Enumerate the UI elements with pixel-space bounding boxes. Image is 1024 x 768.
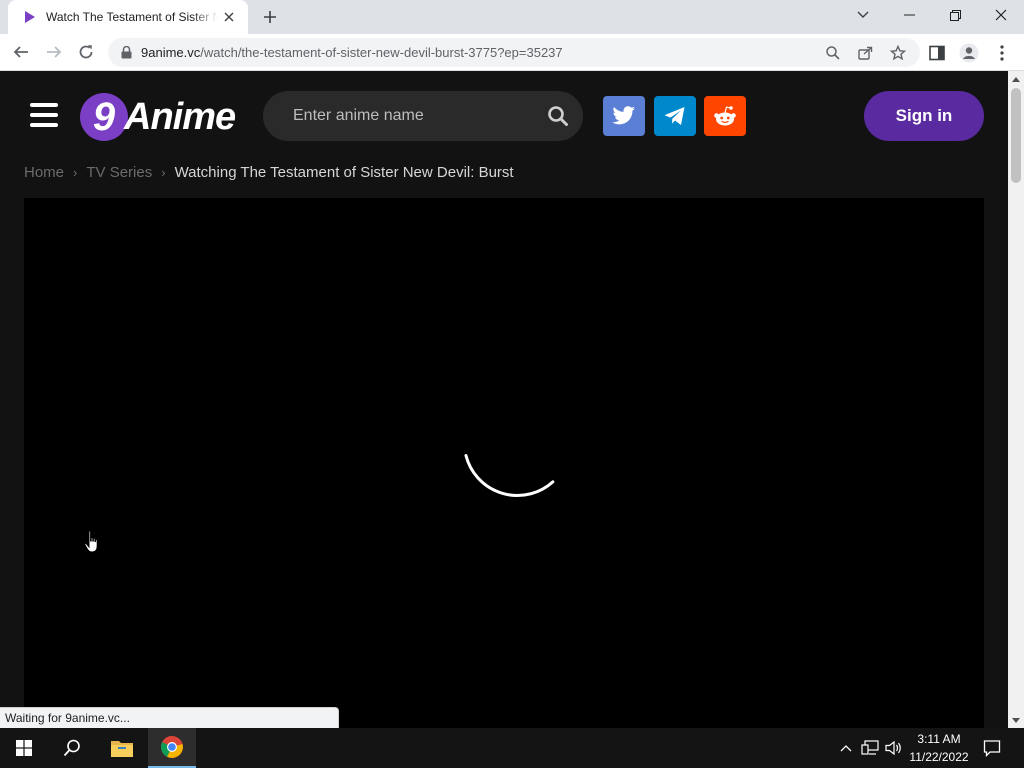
minimize-icon[interactable]: [886, 0, 932, 30]
twitter-button[interactable]: [603, 96, 645, 136]
loading-spinner-icon: [464, 454, 555, 497]
status-bubble: Waiting for 9anime.vc...: [0, 707, 339, 728]
windows-taskbar: 3:11 AM 11/22/2022: [0, 728, 1024, 768]
tab-title: Watch The Testament of Sister New Devil:…: [46, 10, 218, 24]
close-tab-icon[interactable]: [220, 8, 238, 26]
reddit-icon: [714, 106, 736, 126]
reload-icon[interactable]: [72, 38, 100, 66]
zoom-search-icon[interactable]: [824, 44, 842, 62]
address-bar[interactable]: 9anime.vc/watch/the-testament-of-sister-…: [108, 38, 920, 67]
url-text[interactable]: 9anime.vc/watch/the-testament-of-sister-…: [141, 45, 563, 60]
volume-icon[interactable]: [884, 738, 904, 758]
chrome-taskbar-icon[interactable]: [148, 728, 196, 768]
reddit-button[interactable]: [704, 96, 746, 136]
telegram-icon: [665, 107, 685, 125]
back-arrow-icon[interactable]: [7, 38, 35, 66]
search-icon[interactable]: [547, 105, 569, 127]
chevron-right-icon: ›: [161, 164, 166, 180]
tray-chevron-up-icon[interactable]: [836, 738, 856, 758]
share-icon[interactable]: [856, 44, 874, 62]
breadcrumb-tv-series[interactable]: TV Series: [86, 164, 152, 181]
file-explorer-icon[interactable]: [98, 728, 146, 768]
hamburger-menu-icon[interactable]: [30, 103, 58, 127]
close-window-icon[interactable]: [978, 0, 1024, 30]
page-scrollbar[interactable]: [1008, 71, 1024, 728]
twitter-icon: [612, 106, 635, 125]
notification-center-icon[interactable]: [982, 738, 1002, 758]
video-player[interactable]: [24, 198, 984, 728]
play-favicon-icon: [22, 9, 38, 25]
tab-strip: Watch The Testament of Sister New Devil:…: [0, 0, 1024, 34]
breadcrumb-home[interactable]: Home: [24, 164, 64, 181]
site-header: 9 Anime Sign in: [0, 71, 1008, 161]
scroll-down-icon[interactable]: [1008, 712, 1024, 728]
bookmark-star-icon[interactable]: [889, 44, 907, 62]
telegram-button[interactable]: [654, 96, 696, 136]
forward-arrow-icon[interactable]: [40, 38, 68, 66]
logo-text: Anime: [124, 95, 236, 138]
clock-date: 11/22/2022: [909, 750, 969, 764]
tab-search-chevron-icon[interactable]: [840, 0, 886, 30]
sign-in-button[interactable]: Sign in: [864, 91, 984, 141]
scrollbar-thumb[interactable]: [1011, 88, 1021, 183]
clock-time: 3:11 AM: [917, 732, 961, 746]
network-icon[interactable]: [860, 738, 880, 758]
profile-avatar-icon[interactable]: [958, 42, 980, 64]
browser-tab[interactable]: Watch The Testament of Sister New Devil:…: [8, 0, 248, 34]
chevron-right-icon: ›: [73, 164, 78, 180]
hand-cursor-icon: [84, 530, 98, 553]
windows-start-icon[interactable]: [0, 728, 48, 768]
breadcrumb: Home › TV Series › Watching The Testamen…: [24, 161, 514, 183]
search-box: [263, 91, 583, 141]
web-page: 9 Anime Sign in Home › TV Series › Watch…: [0, 71, 1008, 728]
taskbar-clock[interactable]: 3:11 AM 11/22/2022: [904, 730, 974, 766]
lock-icon[interactable]: [119, 46, 133, 60]
site-logo[interactable]: 9 Anime: [80, 93, 236, 141]
browser-toolbar: 9anime.vc/watch/the-testament-of-sister-…: [0, 34, 1024, 71]
logo-badge: 9: [80, 93, 128, 141]
kebab-menu-icon[interactable]: [991, 42, 1013, 64]
search-input[interactable]: [293, 107, 533, 125]
taskbar-search-icon[interactable]: [48, 728, 96, 768]
breadcrumb-current: Watching The Testament of Sister New Dev…: [174, 163, 514, 181]
side-panel-icon[interactable]: [926, 42, 948, 64]
scroll-up-icon[interactable]: [1008, 71, 1024, 87]
new-tab-icon[interactable]: [258, 6, 282, 28]
restore-icon[interactable]: [932, 0, 978, 30]
